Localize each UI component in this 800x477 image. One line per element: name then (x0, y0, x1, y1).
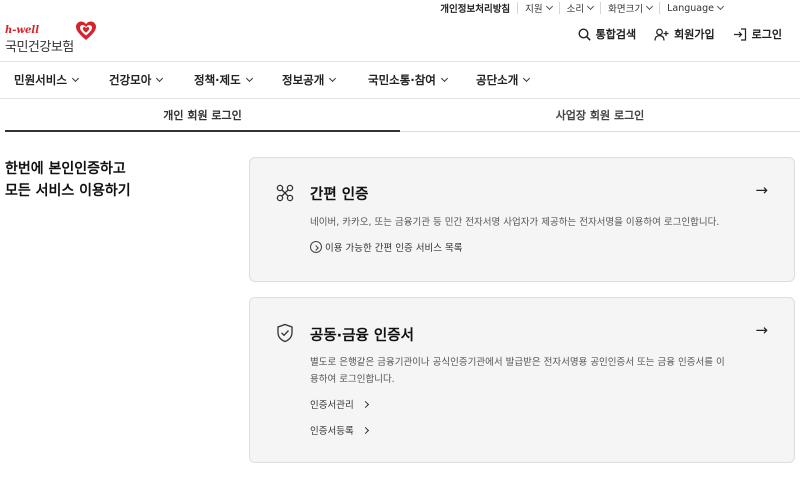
chevron-down-icon (716, 2, 725, 11)
certificate-manage-link[interactable]: 인증서관리 (310, 397, 369, 411)
lead-line-1: 한번에 본인인증하고 (5, 161, 126, 177)
simple-auth-icon (276, 184, 294, 202)
chevron-right-icon (361, 400, 369, 408)
chevron-down-icon (156, 74, 164, 83)
chevron-down-icon (440, 74, 448, 83)
arrow-right-icon[interactable]: → (755, 181, 768, 199)
utility-bar: 개인정보처리방침 지원 소리 화면크기 Language (433, 2, 730, 15)
logo-brand: h-well (5, 25, 39, 36)
chevron-down-icon (545, 2, 553, 11)
tab-business-login[interactable]: 사업장 회원 로그인 (400, 99, 800, 132)
privacy-policy-link[interactable]: 개인정보처리방침 (433, 2, 517, 15)
login-button[interactable]: 로그인 (733, 26, 782, 42)
add-user-icon (654, 28, 669, 41)
header-divider (0, 61, 800, 62)
chevron-right-icon (361, 426, 369, 434)
certificate-register-link[interactable]: 인증서등록 (310, 423, 369, 437)
simple-auth-card[interactable]: 간편 인증 → 네이버, 카카오, 또는 금융기관 등 민간 전자서명 사업자가… (249, 157, 795, 282)
arrow-right-icon[interactable]: → (755, 321, 768, 339)
nav-item-disclosure[interactable]: 정보공개 (282, 72, 337, 88)
simple-auth-description: 네이버, 카카오, 또는 금융기관 등 민간 전자서명 사업자가 제공하는 전자… (310, 217, 720, 228)
chevron-down-icon (587, 2, 595, 11)
certificate-auth-title: 공동·금융 인증서 (310, 328, 414, 344)
tab-personal-login[interactable]: 개인 회원 로그인 (5, 99, 400, 132)
chevron-down-icon (646, 2, 654, 11)
nav-item-policy[interactable]: 정책·제도 (194, 72, 253, 88)
header-actions: 통합검색 회원가입 로그인 (560, 26, 782, 42)
nav-item-about[interactable]: 공단소개 (476, 72, 531, 88)
login-tabs: 개인 회원 로그인 사업장 회원 로그인 (5, 99, 800, 132)
circle-chevron-right-icon (310, 241, 322, 253)
screen-size-menu[interactable]: 화면크기 (600, 2, 659, 15)
page-lead-heading: 한번에 본인인증하고 모든 서비스 이용하기 (5, 158, 131, 202)
nav-item-civil-service[interactable]: 민원서비스 (14, 72, 79, 88)
heart-logo-icon (76, 21, 96, 40)
shield-check-icon (277, 323, 293, 343)
sound-menu[interactable]: 소리 (558, 2, 600, 15)
certificate-auth-card[interactable]: 공동·금융 인증서 → 별도로 은행같은 금융기관이나 공식인증기관에서 발급받… (249, 297, 795, 463)
chevron-down-icon (329, 74, 337, 83)
chevron-down-icon (523, 74, 531, 83)
language-menu[interactable]: Language (659, 2, 730, 14)
chevron-down-icon (245, 74, 253, 83)
search-icon (578, 27, 591, 41)
signup-button[interactable]: 회원가입 (654, 26, 715, 42)
simple-auth-title: 간편 인증 (310, 187, 369, 203)
lead-line-2: 모든 서비스 이용하기 (5, 183, 131, 199)
site-logo[interactable]: h-well 국민건강보험 (5, 20, 105, 55)
login-icon (733, 27, 746, 41)
logo-org-name: 국민건강보험 (5, 40, 74, 55)
chevron-down-icon (71, 74, 79, 83)
support-menu[interactable]: 지원 (517, 2, 558, 15)
nav-item-participation[interactable]: 국민소통·참여 (368, 72, 448, 88)
nav-item-health-moa[interactable]: 건강모아 (109, 72, 164, 88)
simple-auth-service-list-link[interactable]: 이용 가능한 간편 인증 서비스 목록 (310, 240, 462, 254)
certificate-auth-description: 별도로 은행같은 금융기관이나 공식인증기관에서 발급받은 전자서명용 공인인증… (310, 357, 725, 385)
integrated-search-button[interactable]: 통합검색 (578, 26, 636, 42)
